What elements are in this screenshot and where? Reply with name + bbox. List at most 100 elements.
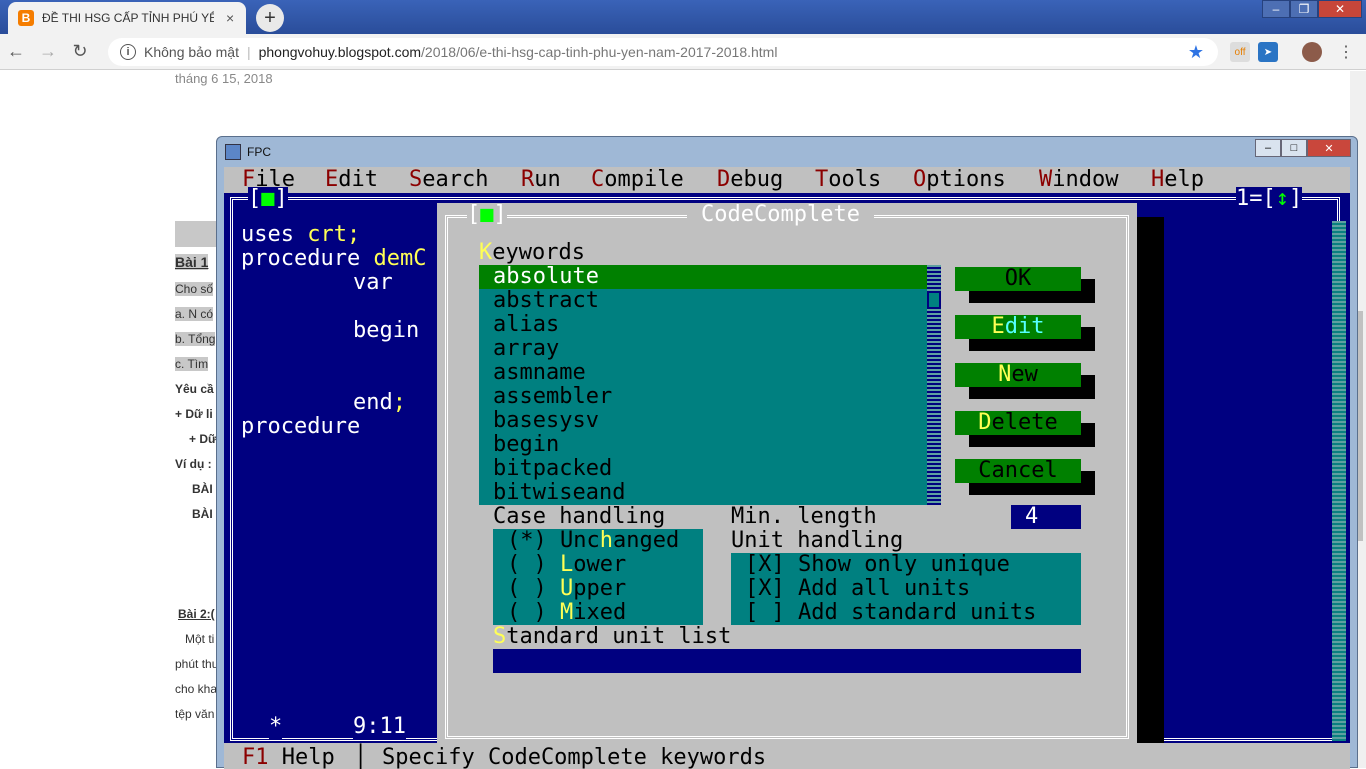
address-bar[interactable]: i Không bảo mật | phongvohuy.blogspot.co…: [108, 38, 1218, 66]
code-line-6[interactable]: procedure: [241, 415, 360, 439]
menu-debug[interactable]: Debug: [717, 168, 783, 192]
tab-title: ĐỀ THI HSG CẤP TỈNH PHÚ YÊN: [42, 11, 214, 25]
url-path: /2018/06/e-thi-hsg-cap-tinh-phu-yen-nam-…: [421, 44, 778, 60]
delete-button[interactable]: Delete: [955, 411, 1081, 435]
close-icon[interactable]: ✕: [1318, 0, 1362, 18]
close-icon[interactable]: ✕: [1307, 139, 1351, 157]
keywords-label: Keywords: [479, 240, 585, 265]
browser-window-controls: – ❐ ✕: [1262, 0, 1362, 18]
list-item[interactable]: basesysv: [479, 409, 929, 433]
new-tab-button[interactable]: +: [256, 4, 284, 32]
new-button[interactable]: New: [955, 363, 1081, 387]
ide-statusbar: F1 Help │ Specify CodeComplete keywords: [224, 743, 1350, 769]
fpc-titlebar: FPC: [217, 137, 1357, 167]
list-item[interactable]: begin: [479, 433, 929, 457]
cancel-button[interactable]: Cancel: [955, 459, 1081, 483]
dialog-close-box[interactable]: [■]: [467, 203, 507, 227]
page-line: tệp văn: [175, 707, 215, 721]
bai1-heading: Bài 1: [175, 254, 209, 270]
menu-compile[interactable]: Compile: [591, 168, 684, 192]
list-item[interactable]: abstract: [479, 289, 929, 313]
page-line: Yêu cầ: [175, 382, 214, 396]
menu-options[interactable]: Options: [913, 168, 1006, 192]
page-line: + Dữ: [189, 432, 217, 446]
menu-dots-icon[interactable]: ⋮: [1336, 42, 1356, 62]
status-hint: Specify CodeComplete keywords: [382, 745, 767, 769]
radio-mixed[interactable]: ( ) Mixed: [507, 601, 626, 625]
menu-tools[interactable]: Tools: [815, 168, 881, 192]
page-line: phút thu: [175, 657, 219, 671]
list-item[interactable]: absolute: [479, 265, 929, 289]
code-line-1[interactable]: uses crt;: [241, 223, 360, 247]
case-handling-group: (*) Unchanged ( ) Lower ( ) Upper ( ) Mi…: [493, 529, 703, 625]
list-item[interactable]: alias: [479, 313, 929, 337]
standard-unit-list-input[interactable]: [493, 649, 1081, 673]
list-item[interactable]: asmname: [479, 361, 929, 385]
unit-handling-label: Unit handling: [731, 528, 904, 553]
status-separator: │: [354, 745, 368, 769]
unit-handling-group: [X] Show only unique [X] Add all units […: [731, 553, 1081, 625]
keywords-listbox[interactable]: absolute abstract alias array asmname as…: [479, 265, 929, 505]
minimize-icon[interactable]: –: [1255, 139, 1281, 157]
menu-search[interactable]: Search: [409, 168, 488, 192]
fpc-window-title: FPC: [247, 145, 271, 159]
list-item[interactable]: bitwiseand: [479, 481, 929, 505]
insecure-label: Không bảo mật: [144, 44, 239, 60]
keywords-scroll-thumb[interactable]: [927, 291, 941, 309]
vertical-scrollbar[interactable]: [1332, 221, 1346, 741]
extension-off-icon[interactable]: off: [1230, 42, 1250, 62]
maximize-icon[interactable]: ❐: [1290, 0, 1318, 18]
omnibox-separator: |: [246, 44, 251, 60]
ide-menubar: File Edit Search Run Compile Debug Tools…: [224, 167, 1350, 193]
page-line: BÀI: [192, 482, 213, 496]
checkbox-add-all-units[interactable]: [X] Add all units: [745, 577, 970, 601]
list-item[interactable]: bitpacked: [479, 457, 929, 481]
page-line: cho kha: [175, 682, 218, 696]
radio-upper[interactable]: ( ) Upper: [507, 577, 626, 601]
menu-window[interactable]: Window: [1039, 168, 1118, 192]
minimize-icon[interactable]: –: [1262, 0, 1290, 18]
radio-lower[interactable]: ( ) Lower: [507, 553, 626, 577]
codecomplete-dialog: [■] CodeComplete Keywords absolute abstr…: [437, 203, 1137, 751]
info-icon[interactable]: i: [120, 44, 136, 60]
radio-unchanged[interactable]: (*) Unchanged: [507, 529, 679, 553]
code-line-5[interactable]: end;: [353, 391, 406, 415]
page-line: b. Tổng: [175, 332, 216, 346]
maximize-icon[interactable]: □: [1281, 139, 1307, 157]
list-item[interactable]: assembler: [479, 385, 929, 409]
page-gray-block: [175, 221, 220, 247]
forward-icon[interactable]: →: [32, 41, 64, 62]
checkbox-add-standard-units[interactable]: [ ] Add standard units: [745, 601, 1036, 625]
page-line: c. Tìm: [175, 357, 209, 371]
keywords-scrollbar[interactable]: [927, 265, 941, 505]
code-line-3[interactable]: var: [353, 271, 393, 295]
standard-unit-list-label: Standard unit list: [493, 624, 732, 649]
fpc-app-icon: [225, 144, 241, 160]
bai2-heading: Bài 2:(: [178, 607, 215, 621]
menu-run[interactable]: Run: [521, 168, 561, 192]
editor-window-number: 1=[↕]: [1236, 186, 1303, 211]
bookmark-star-icon[interactable]: ★: [1188, 42, 1204, 63]
min-length-label: Min. length: [731, 504, 877, 529]
reload-icon[interactable]: ↻: [64, 41, 96, 62]
tab-close-icon[interactable]: ×: [226, 10, 234, 26]
edit-button[interactable]: Edit: [955, 315, 1081, 339]
status-f1-help[interactable]: F1 Help: [242, 746, 335, 769]
page-line: Cho số: [175, 282, 214, 296]
extension-send-icon[interactable]: ➤: [1258, 42, 1278, 62]
page-line: a. N có: [175, 307, 214, 321]
code-line-4[interactable]: begin: [353, 319, 419, 343]
min-length-input[interactable]: 4: [1011, 505, 1081, 529]
back-icon[interactable]: ←: [0, 41, 32, 62]
ok-button[interactable]: OK: [955, 267, 1081, 291]
post-date: tháng 6 15, 2018: [175, 71, 273, 86]
menu-help[interactable]: Help: [1151, 168, 1204, 192]
fpc-window: FPC – □ ✕ File Edit Search Run Compile D…: [216, 136, 1358, 769]
code-line-2[interactable]: procedure demC: [241, 247, 426, 271]
editor-close-box[interactable]: [■]: [248, 187, 288, 211]
avatar[interactable]: [1302, 42, 1322, 62]
checkbox-show-only-unique[interactable]: [X] Show only unique: [745, 553, 1010, 577]
list-item[interactable]: array: [479, 337, 929, 361]
menu-edit[interactable]: Edit: [325, 168, 378, 192]
browser-tab[interactable]: B ĐỀ THI HSG CẤP TỈNH PHÚ YÊN ×: [8, 2, 246, 34]
